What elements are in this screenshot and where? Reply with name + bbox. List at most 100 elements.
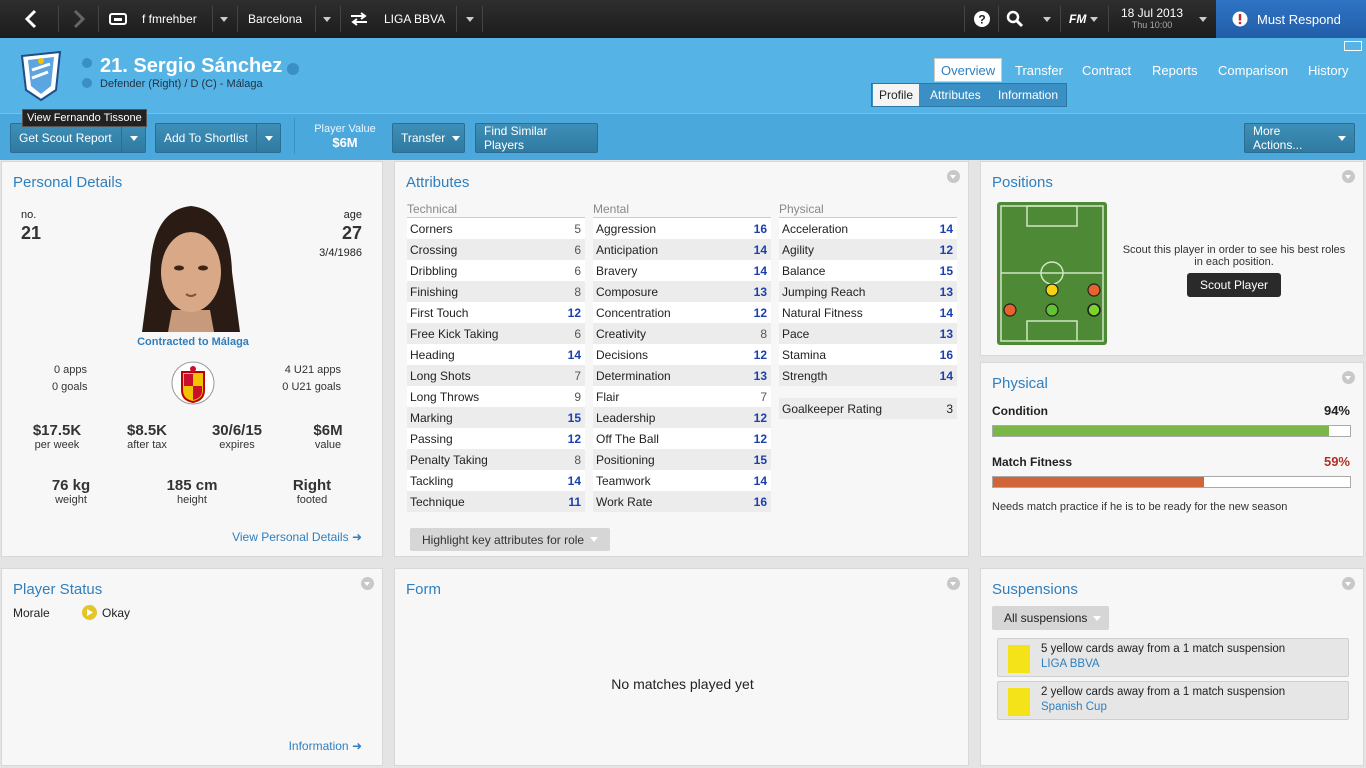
transfer-button[interactable]: Transfer [392,123,465,153]
add-to-shortlist-button[interactable]: Add To Shortlist [155,123,281,153]
club-dropdown[interactable] [323,0,331,38]
panel-menu-icon[interactable] [361,577,374,590]
attribute-row[interactable]: Stamina 16 [779,344,957,365]
attribute-row[interactable]: Agility 12 [779,239,957,260]
attribute-row[interactable]: Corners 5 [407,218,585,239]
attribute-row[interactable]: Technique 11 [407,491,585,512]
attribute-row[interactable]: Concentration 12 [593,302,771,323]
tab-contract[interactable]: Contract [1082,63,1131,78]
manager-menu[interactable]: f fmrehber [142,0,197,38]
tab-overview[interactable]: Overview [934,58,1003,82]
chevron-down-icon [1338,135,1346,141]
back-icon[interactable] [18,0,44,38]
goalkeeper-rating-row[interactable]: Goalkeeper Rating 3 [779,398,957,419]
search-dropdown[interactable] [1043,0,1051,38]
shirt-number-label: no. [21,209,37,221]
more-actions-button[interactable]: More Actions... [1244,123,1355,153]
inbox-icon[interactable] [106,0,130,38]
attribute-row[interactable]: Heading 14 [407,344,585,365]
attribute-row[interactable]: Creativity 8 [593,323,771,344]
morale-value[interactable]: Okay [102,606,130,620]
subtab-attributes[interactable]: Attributes [924,84,987,106]
window-icon[interactable] [1344,41,1362,51]
panel-menu-icon[interactable] [1342,577,1355,590]
information-link[interactable]: Information ➜ [289,739,362,753]
fm-menu[interactable]: FM [1069,0,1098,38]
game-date[interactable]: 18 Jul 2013 Thu 10:00 [1118,6,1186,30]
forward-icon[interactable] [66,0,92,38]
panel-menu-icon[interactable] [1342,170,1355,183]
competition-link[interactable]: LIGA BBVA [1041,658,1100,670]
search-icon[interactable] [1006,0,1024,38]
tab-reports[interactable]: Reports [1152,63,1198,78]
competition-link[interactable]: Spanish Cup [1041,701,1107,713]
swap-icon[interactable] [349,0,369,38]
scout-player-button[interactable]: Scout Player [1187,273,1281,297]
league-dropdown[interactable] [466,0,474,38]
help-icon[interactable]: ? [973,0,991,38]
tab-overview-label: Overview [941,62,996,78]
attribute-row[interactable]: Teamwork 14 [593,470,771,491]
attribute-row[interactable]: Penalty Taking 8 [407,449,585,470]
attribute-row[interactable]: Crossing 6 [407,239,585,260]
national-team-crest-icon[interactable] [170,360,216,406]
tab-history[interactable]: History [1308,63,1348,78]
club-crest-icon[interactable] [18,50,64,102]
previous-player-icon[interactable] [82,58,92,68]
view-personal-details-label: View Personal Details [232,530,349,544]
highlight-attributes-button[interactable]: Highlight key attributes for role [410,528,611,551]
attribute-row[interactable]: Off The Ball 12 [593,428,771,449]
age-value: 27 [341,223,362,243]
panel-menu-icon[interactable] [947,577,960,590]
player-menu-icon[interactable] [287,63,299,75]
attribute-value: 15 [939,263,953,278]
tab-transfer[interactable]: Transfer [1015,63,1063,78]
attribute-row[interactable]: Strength 14 [779,365,957,386]
panel-menu-icon[interactable] [947,170,960,183]
contract-link[interactable]: Contracted to Málaga [2,336,384,348]
panel-menu-icon[interactable] [1342,371,1355,384]
suspension-filter-dropdown[interactable]: All suspensions [992,606,1110,630]
attribute-row[interactable]: Free Kick Taking 6 [407,323,585,344]
attribute-row[interactable]: Anticipation 14 [593,239,771,260]
manager-dropdown[interactable] [220,0,228,38]
chevron-down-icon [1043,16,1051,22]
view-personal-details-link[interactable]: View Personal Details ➜ [232,530,362,544]
attribute-row[interactable]: First Touch 12 [407,302,585,323]
attribute-row[interactable]: Flair 7 [593,386,771,407]
attribute-row[interactable]: Aggression 16 [593,218,771,239]
club-menu[interactable]: Barcelona [248,0,302,38]
next-player-icon[interactable] [82,78,92,88]
get-scout-report-button[interactable]: Get Scout Report [10,123,146,153]
attribute-row[interactable]: Finishing 8 [407,281,585,302]
chevron-down-icon[interactable] [256,124,280,152]
attribute-row[interactable]: Dribbling 6 [407,260,585,281]
attribute-row[interactable]: Work Rate 16 [593,491,771,512]
attribute-row[interactable]: Composure 13 [593,281,771,302]
subtab-profile[interactable]: Profile [873,84,920,106]
league-menu[interactable]: LIGA BBVA [384,0,445,38]
continue-dropdown[interactable] [1199,0,1207,38]
find-similar-players-button[interactable]: Find Similar Players [475,123,598,153]
pitch-diagram[interactable] [997,202,1107,345]
attribute-row[interactable]: Balance 15 [779,260,957,281]
subtab-information[interactable]: Information [992,84,1064,106]
attribute-row[interactable]: Passing 12 [407,428,585,449]
attribute-row[interactable]: Acceleration 14 [779,218,957,239]
attribute-row[interactable]: Bravery 14 [593,260,771,281]
attribute-row[interactable]: Long Shots 7 [407,365,585,386]
attribute-row[interactable]: Long Throws 9 [407,386,585,407]
tab-comparison[interactable]: Comparison [1218,63,1288,78]
attribute-row[interactable]: Jumping Reach 13 [779,281,957,302]
must-respond-button[interactable]: Must Respond [1216,0,1366,38]
attribute-row[interactable]: Natural Fitness 14 [779,302,957,323]
attribute-row[interactable]: Marking 15 [407,407,585,428]
attribute-row[interactable]: Determination 13 [593,365,771,386]
chevron-down-icon[interactable] [121,124,145,152]
attribute-row[interactable]: Pace 13 [779,323,957,344]
attribute-row[interactable]: Tackling 14 [407,470,585,491]
player-photo[interactable] [128,202,254,332]
attribute-row[interactable]: Decisions 12 [593,344,771,365]
attribute-row[interactable]: Positioning 15 [593,449,771,470]
attribute-row[interactable]: Leadership 12 [593,407,771,428]
